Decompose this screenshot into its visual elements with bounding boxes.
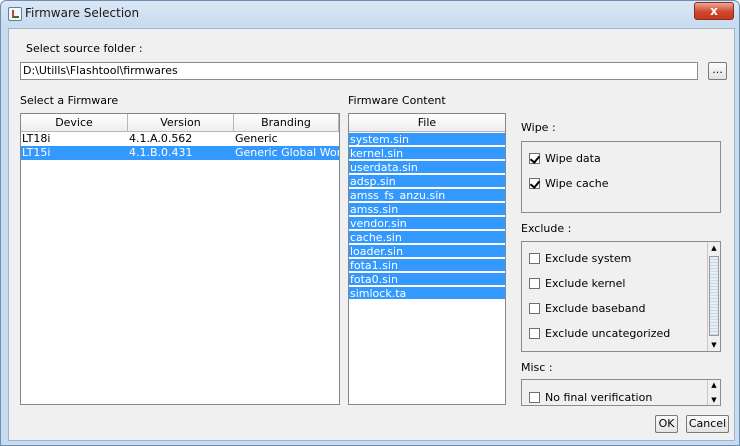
firmware-table-header: Device Version Branding bbox=[21, 114, 339, 132]
version-cell: 4.1.A.0.562 bbox=[129, 132, 193, 145]
exclude-system-checkbox[interactable]: Exclude system bbox=[529, 251, 631, 267]
firmware-table[interactable]: Device Version Branding LT18i 4.1.A.0.56… bbox=[20, 113, 340, 405]
table-row-selected[interactable]: LT15i 4.1.B.0.431 Generic Global World bbox=[21, 146, 339, 160]
exclude-baseband-label: Exclude baseband bbox=[545, 302, 646, 315]
list-item[interactable]: system.sin bbox=[349, 133, 505, 146]
list-item[interactable]: userdata.sin bbox=[349, 161, 505, 174]
exclude-uncategorized-label: Exclude uncategorized bbox=[545, 327, 671, 340]
exclude-scrollbar[interactable]: ▲ ▼ bbox=[707, 242, 720, 351]
table-row[interactable]: LT18i 4.1.A.0.562 Generic bbox=[21, 132, 339, 146]
misc-group: No final verification ▲ ▼ bbox=[521, 379, 721, 406]
firmware-selection-window: Firmware Selection x Select source folde… bbox=[0, 0, 740, 446]
branding-cell: Generic Global World bbox=[235, 146, 339, 159]
checkbox-icon[interactable] bbox=[529, 328, 540, 339]
dialog-content: Select source folder : D:\Utills\Flashto… bbox=[8, 28, 735, 441]
misc-scrollbar[interactable]: ▲ ▼ bbox=[707, 380, 720, 405]
list-item[interactable]: amss_fs_anzu.sin bbox=[349, 189, 505, 202]
wipe-data-label: Wipe data bbox=[545, 152, 601, 165]
close-button[interactable]: x bbox=[694, 2, 734, 20]
scroll-down-icon[interactable]: ▼ bbox=[708, 395, 720, 405]
column-device[interactable]: Device bbox=[21, 114, 128, 132]
list-item[interactable]: loader.sin bbox=[349, 245, 505, 258]
wipe-group: Wipe data Wipe cache bbox=[521, 141, 721, 213]
no-final-verification-label: No final verification bbox=[545, 391, 653, 404]
list-item[interactable]: vendor.sin bbox=[349, 217, 505, 230]
checkbox-icon[interactable] bbox=[529, 253, 540, 264]
wipe-cache-label: Wipe cache bbox=[545, 177, 609, 190]
cancel-button[interactable]: Cancel bbox=[686, 415, 729, 433]
checkbox-icon[interactable] bbox=[529, 303, 540, 314]
scroll-up-icon[interactable]: ▲ bbox=[708, 242, 720, 254]
exclude-label: Exclude : bbox=[521, 222, 572, 235]
exclude-uncategorized-checkbox[interactable]: Exclude uncategorized bbox=[529, 326, 670, 342]
select-firmware-label: Select a Firmware bbox=[20, 94, 119, 107]
firmware-content-list[interactable]: File system.sin kernel.sin userdata.sin … bbox=[348, 113, 506, 405]
exclude-group: Exclude system Exclude kernel Exclude ba… bbox=[521, 241, 721, 352]
exclude-kernel-label: Exclude kernel bbox=[545, 277, 626, 290]
device-cell: LT18i bbox=[22, 132, 51, 145]
no-final-verification-checkbox[interactable]: No final verification bbox=[529, 390, 653, 405]
column-branding[interactable]: Branding bbox=[234, 114, 339, 132]
wipe-data-checkbox[interactable]: Wipe data bbox=[529, 151, 601, 167]
device-cell: LT15i bbox=[22, 146, 51, 159]
list-item[interactable]: adsp.sin bbox=[349, 175, 505, 188]
list-item[interactable]: simlock.ta bbox=[349, 287, 505, 300]
list-item[interactable]: fota1.sin bbox=[349, 259, 505, 272]
version-cell: 4.1.B.0.431 bbox=[129, 146, 193, 159]
list-item[interactable]: fota0.sin bbox=[349, 273, 505, 286]
checkbox-checked-icon[interactable] bbox=[529, 178, 540, 189]
misc-label: Misc : bbox=[521, 361, 553, 374]
scroll-thumb[interactable] bbox=[709, 256, 719, 336]
app-icon bbox=[8, 7, 22, 21]
checkbox-icon[interactable] bbox=[529, 278, 540, 289]
checkbox-checked-icon[interactable] bbox=[529, 153, 540, 164]
source-folder-input[interactable]: D:\Utills\Flashtool\firmwares bbox=[20, 62, 698, 80]
exclude-system-label: Exclude system bbox=[545, 252, 632, 265]
title-bar[interactable]: Firmware Selection x bbox=[1, 1, 739, 26]
scroll-up-icon[interactable]: ▲ bbox=[708, 380, 720, 390]
branding-cell: Generic bbox=[235, 132, 278, 145]
source-folder-label: Select source folder : bbox=[26, 42, 143, 55]
column-file[interactable]: File bbox=[349, 114, 505, 132]
scroll-down-icon[interactable]: ▼ bbox=[708, 339, 720, 351]
list-item[interactable]: kernel.sin bbox=[349, 147, 505, 160]
wipe-label: Wipe : bbox=[521, 121, 556, 134]
browse-button[interactable]: ... bbox=[708, 62, 727, 80]
firmware-content-label: Firmware Content bbox=[348, 94, 446, 107]
checkbox-icon[interactable] bbox=[529, 392, 540, 403]
exclude-kernel-checkbox[interactable]: Exclude kernel bbox=[529, 276, 625, 292]
exclude-baseband-checkbox[interactable]: Exclude baseband bbox=[529, 301, 646, 317]
ok-button[interactable]: OK bbox=[655, 415, 678, 433]
list-item[interactable]: amss.sin bbox=[349, 203, 505, 216]
window-title: Firmware Selection bbox=[25, 6, 140, 20]
wipe-cache-checkbox[interactable]: Wipe cache bbox=[529, 176, 609, 192]
column-version[interactable]: Version bbox=[128, 114, 234, 132]
list-item[interactable]: cache.sin bbox=[349, 231, 505, 244]
